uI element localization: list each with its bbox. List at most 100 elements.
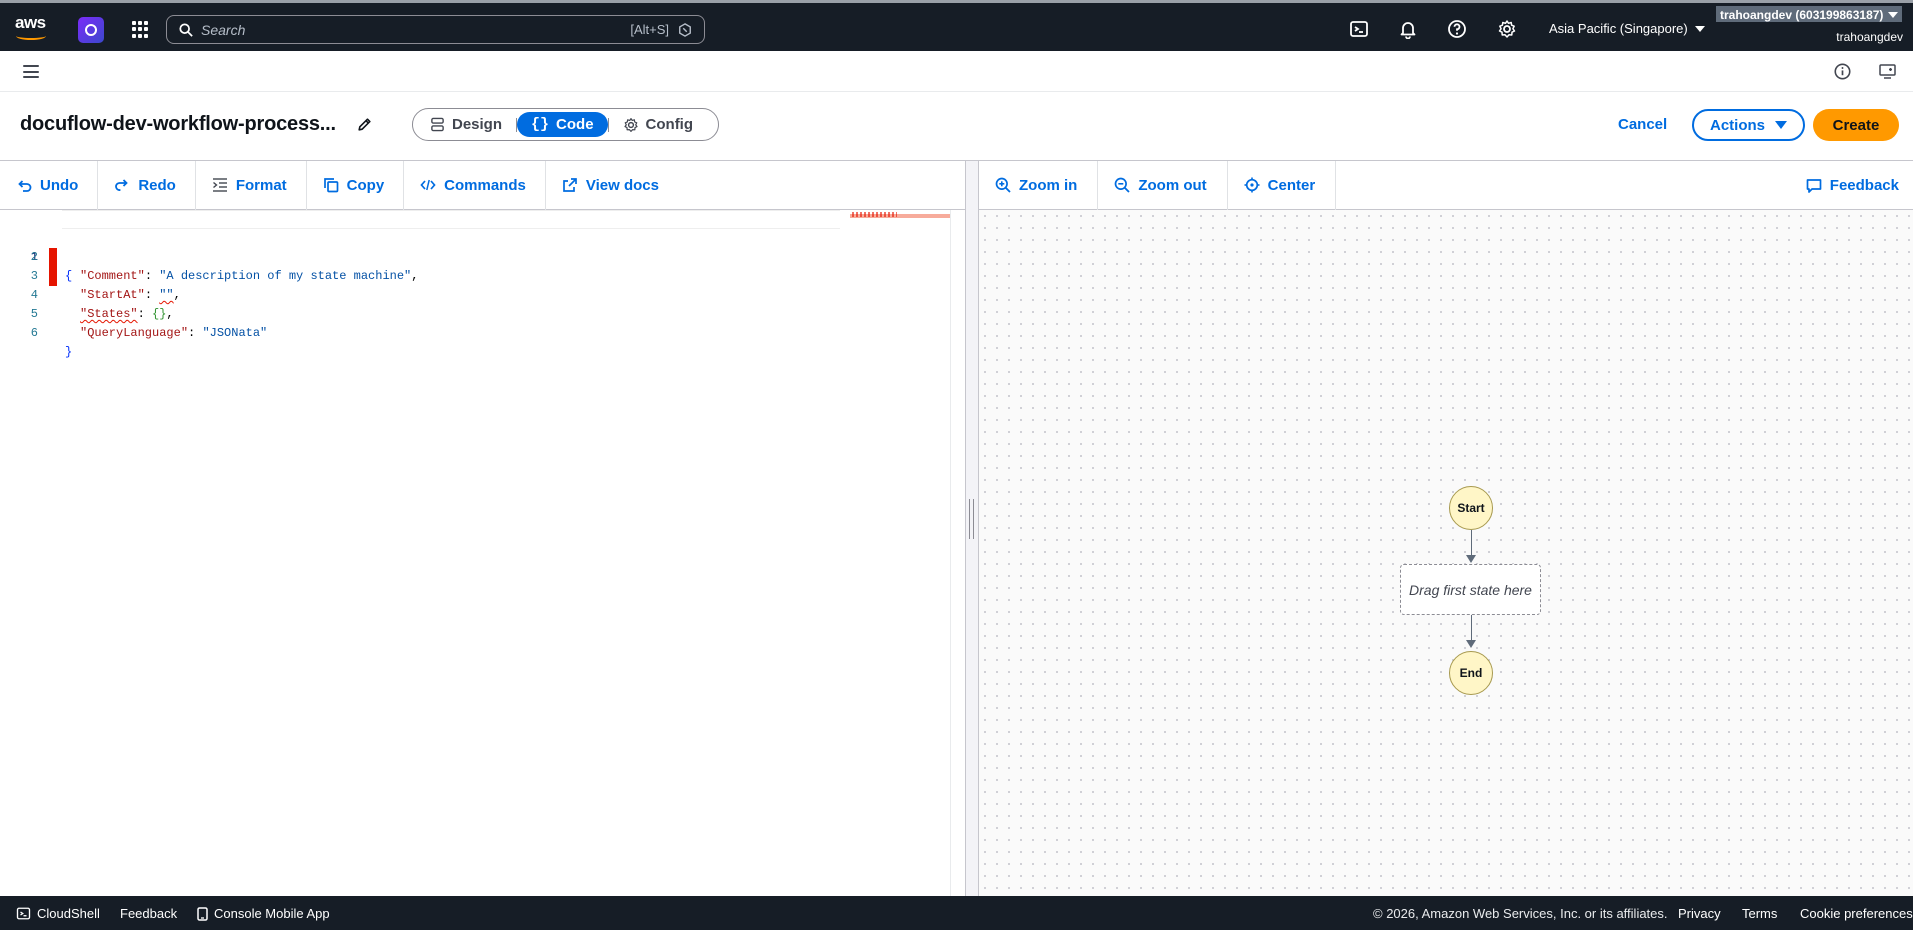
undo-button[interactable]: Undo — [0, 160, 99, 210]
external-link-icon — [563, 178, 577, 192]
commands-button[interactable]: Commands — [404, 160, 546, 210]
chevron-down-icon — [1888, 11, 1899, 18]
console-footer: CloudShell Feedback Console Mobile App ©… — [0, 896, 1913, 930]
mode-code-button[interactable]: {} Code — [517, 112, 608, 137]
panel-resize-handle[interactable] — [965, 161, 979, 896]
info-icon[interactable] — [1834, 63, 1851, 80]
footer-feedback-link[interactable]: Feedback — [120, 906, 177, 921]
commands-label: Commands — [444, 176, 526, 194]
mobile-phone-icon — [197, 906, 208, 921]
code-braces-icon: {} — [531, 116, 550, 133]
caret-down-icon — [1775, 121, 1787, 129]
cloudshell-icon — [16, 907, 31, 920]
help-icon[interactable] — [1447, 19, 1467, 39]
create-button[interactable]: Create — [1813, 109, 1899, 141]
code-token: : — [188, 326, 203, 340]
cookie-preferences-link[interactable]: Cookie preferences — [1800, 906, 1913, 921]
format-label: Format — [235, 176, 287, 194]
privacy-link[interactable]: Privacy — [1678, 906, 1721, 921]
format-button[interactable]: Format — [196, 160, 307, 210]
feedback-chat-icon — [1806, 178, 1822, 193]
username-label: trahoangdev — [1836, 30, 1903, 44]
zoom-out-label: Zoom out — [1138, 176, 1207, 194]
drop-zone-placeholder[interactable]: Drag first state here — [1400, 564, 1541, 615]
side-nav-menu-icon[interactable] — [23, 65, 39, 78]
region-label: Asia Pacific (Singapore) — [1549, 21, 1688, 36]
aws-top-navigation: aws [Alt+S] Asia Pacific (Singapore) tra… — [0, 0, 1913, 51]
aws-smile-icon — [16, 32, 46, 40]
chevron-down-icon — [1694, 25, 1705, 32]
connector-line — [1471, 530, 1472, 556]
redo-button[interactable]: Redo — [98, 160, 196, 210]
mode-config-button[interactable]: Config — [609, 112, 707, 137]
connector-line — [1471, 615, 1472, 641]
console-subheader — [0, 51, 1913, 92]
cloudshell-icon[interactable] — [1349, 19, 1369, 39]
state-machine-header: docuflow-dev-workflow-process... Design … — [0, 92, 1913, 161]
copy-icon — [323, 178, 339, 193]
redo-label: Redo — [138, 176, 176, 194]
zoom-in-label: Zoom in — [1019, 176, 1078, 194]
current-line-highlight — [62, 210, 840, 229]
global-search[interactable]: [Alt+S] — [166, 15, 705, 44]
start-node[interactable]: Start — [1449, 486, 1493, 530]
state-machine-name: docuflow-dev-workflow-process... — [20, 113, 336, 135]
terms-link[interactable]: Terms — [1742, 906, 1777, 921]
redo-icon — [115, 179, 129, 191]
mode-code-label: Code — [556, 116, 594, 133]
search-input[interactable] — [201, 20, 581, 40]
zoom-out-icon — [1114, 177, 1130, 193]
line-number: 6 — [30, 326, 38, 340]
display-preferences-icon[interactable] — [1879, 63, 1897, 80]
editor-mode-toggle: Design {} Code Config — [412, 108, 719, 141]
drag-grip-icon — [969, 499, 974, 539]
center-target-icon — [1244, 177, 1260, 193]
settings-gear-icon[interactable] — [1497, 19, 1517, 39]
center-button[interactable]: Center — [1228, 160, 1337, 210]
code-line-2: 2 "Comment": "A description of my state … — [0, 229, 950, 283]
actions-dropdown-button[interactable]: Actions — [1692, 109, 1805, 141]
undo-icon — [18, 180, 32, 192]
aws-logo[interactable]: aws — [15, 13, 49, 41]
aws-logo-text: aws — [15, 13, 46, 32]
amazon-q-icon[interactable] — [678, 23, 692, 37]
view-docs-link[interactable]: View docs — [546, 161, 678, 210]
account-label: trahoangdev (603199863187) — [1720, 7, 1884, 22]
design-layout-icon — [431, 117, 444, 132]
code-editor-toolbar: Undo Redo Format Copy Commands View docs — [0, 160, 965, 210]
code-editor[interactable]: 1 { 2 "Comment": "A description of my st… — [0, 210, 951, 896]
feedback-label: Feedback — [1829, 177, 1899, 194]
edit-name-pencil-icon[interactable] — [356, 116, 373, 133]
cancel-button[interactable]: Cancel — [1618, 116, 1667, 133]
copyright-text: © 2026, Amazon Web Services, Inc. or its… — [1373, 906, 1668, 921]
console-mobile-app-link[interactable]: Console Mobile App — [197, 906, 330, 921]
end-node[interactable]: End — [1449, 651, 1493, 695]
zoom-in-button[interactable]: Zoom in — [979, 160, 1099, 210]
account-menu[interactable]: trahoangdev (603199863187) — [1716, 6, 1903, 22]
view-docs-label: View docs — [585, 176, 659, 194]
search-icon — [179, 23, 193, 37]
zoom-out-button[interactable]: Zoom out — [1098, 160, 1228, 210]
mobile-app-label: Console Mobile App — [214, 906, 330, 921]
cloudshell-footer-button[interactable]: CloudShell — [16, 906, 100, 921]
workflow-graph-canvas[interactable]: Start Drag first state here End — [979, 210, 1913, 896]
arrow-down-icon — [1466, 640, 1476, 648]
notifications-bell-icon[interactable] — [1398, 19, 1418, 39]
copy-button[interactable]: Copy — [307, 160, 405, 210]
feedback-button[interactable]: Feedback — [1806, 177, 1899, 194]
services-menu-icon[interactable] — [132, 21, 149, 38]
region-selector[interactable]: Asia Pacific (Singapore) — [1549, 21, 1705, 36]
mode-design-button[interactable]: Design — [416, 112, 516, 137]
config-gear-icon — [623, 117, 638, 132]
cloudshell-label: CloudShell — [37, 906, 100, 921]
code-line-6: 6 } — [0, 305, 950, 359]
zoom-in-icon — [995, 177, 1011, 193]
code-line-5: 5 "QueryLanguage": "JSONata" — [0, 286, 950, 340]
code-token: } — [65, 345, 73, 359]
arrow-down-icon — [1466, 555, 1476, 563]
mode-design-label: Design — [452, 116, 503, 133]
undo-label: Undo — [40, 176, 79, 194]
step-functions-console: { "topnav": { "logo_text": "aws", "searc… — [0, 0, 1913, 930]
copy-label: Copy — [346, 176, 385, 194]
step-functions-service-icon[interactable] — [78, 17, 104, 43]
